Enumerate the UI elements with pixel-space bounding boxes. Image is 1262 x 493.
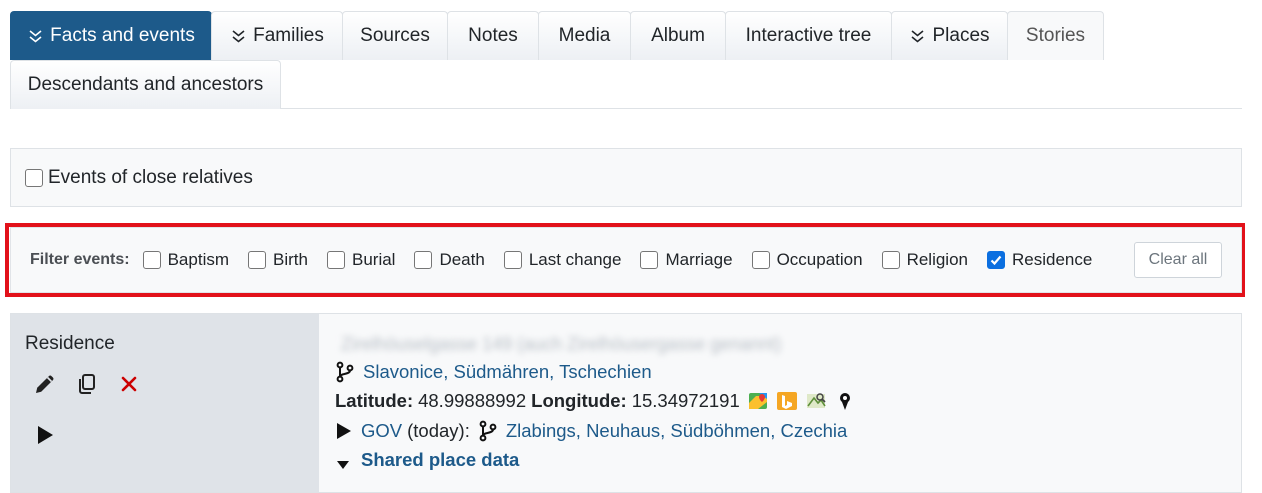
tab-media[interactable]: Media: [538, 11, 631, 60]
filter-option-marriage[interactable]: Marriage: [640, 250, 733, 270]
tab-descendants-and-ancestors[interactable]: Descendants and ancestors: [10, 60, 281, 109]
filter-option-baptism[interactable]: Baptism: [142, 250, 230, 270]
tab-label: Facts and events: [50, 25, 195, 46]
double-chevron-down-icon: [230, 28, 247, 45]
tab-bar: Facts and events Families Sources Notes Medi…: [10, 11, 1242, 109]
double-chevron-down-icon: [909, 28, 926, 45]
shared-place-data-toggle[interactable]: Shared place data: [361, 449, 519, 471]
tab-interactive-tree[interactable]: Interactive tree: [725, 11, 892, 60]
filter-option-label: Death: [439, 250, 485, 269]
gov-place-separator: ,: [660, 420, 671, 441]
tab-label: Descendants and ancestors: [27, 74, 264, 95]
address-blurred: Zirelhöuselgasse 149 (auch Zirelhöuserga…: [341, 334, 782, 354]
expand-play-icon[interactable]: [35, 424, 55, 446]
relatives-toggle[interactable]: Events of close relatives: [25, 167, 253, 189]
gov-hierarchy-icon: [478, 420, 498, 442]
double-chevron-down-icon: [27, 28, 44, 45]
tab-facts-and-events[interactable]: Facts and events: [10, 11, 212, 60]
gov-place-list: Zlabings, Neuhaus, Südböhmen, Czechia: [506, 420, 847, 442]
longitude-label: Longitude:: [531, 390, 627, 411]
filter-checkbox[interactable]: [987, 251, 1005, 269]
filter-option-label: Marriage: [665, 250, 733, 269]
filter-option-religion[interactable]: Religion: [881, 250, 968, 270]
tab-label: Album: [651, 25, 705, 46]
filter-option-death[interactable]: Death: [414, 250, 485, 270]
fact-detail-cell: Zirelhöuselgasse 149 (auch Zirelhöuserga…: [319, 314, 1241, 492]
caret-down-icon: [335, 454, 351, 469]
tab-album[interactable]: Album: [630, 11, 726, 60]
filter-option-label: Residence: [1012, 250, 1093, 269]
event-filter-bar: Filter events: Baptism Birth Burial Death La…: [10, 227, 1242, 293]
pin-icon[interactable]: [834, 391, 856, 411]
filter-option-occupation[interactable]: Occupation: [751, 250, 863, 270]
gov-place-separator: ,: [770, 420, 781, 441]
tab-stories[interactable]: Stories: [1007, 11, 1104, 60]
place-hierarchy-icon: [335, 361, 355, 383]
place-line: Slavonice, Südmähren, Tschechien: [335, 361, 652, 383]
openstreetmap-icon[interactable]: [805, 391, 827, 411]
filter-option-burial[interactable]: Burial: [326, 250, 396, 270]
filter-option-last-change[interactable]: Last change: [503, 250, 622, 270]
gov-place-link[interactable]: Czechia: [780, 420, 847, 441]
filter-checkbox[interactable]: [881, 251, 900, 269]
clear-all-button[interactable]: Clear all: [1134, 242, 1222, 278]
tab-label: Sources: [360, 25, 430, 46]
filter-label: Filter events:: [30, 251, 130, 268]
edit-pencil-icon[interactable]: [33, 372, 57, 396]
filter-checkbox[interactable]: [414, 251, 433, 269]
coordinates-line: Latitude: 48.99888992 Longitude: 15.3497…: [335, 390, 856, 412]
gov-line: GOV (today): Zlabings, Neuhaus, Südböhme…: [335, 420, 847, 442]
tab-families[interactable]: Families: [211, 11, 343, 60]
tab-label: Stories: [1025, 25, 1086, 46]
filter-option-label: Last change: [528, 250, 622, 269]
filter-checkbox[interactable]: [248, 251, 267, 269]
gov-link[interactable]: GOV: [361, 420, 402, 442]
filter-checkbox[interactable]: [142, 251, 161, 269]
gov-expand-icon[interactable]: [335, 421, 353, 441]
relatives-label: Events of close relatives: [48, 166, 253, 188]
tab-label: Notes: [468, 25, 518, 46]
tab-label: Places: [932, 25, 990, 46]
bing-maps-icon[interactable]: [776, 391, 798, 411]
gov-place-link[interactable]: Südböhmen: [670, 420, 770, 441]
tab-label: Interactive tree: [745, 25, 872, 46]
tab-label: Media: [558, 25, 611, 46]
gov-suffix: (today):: [407, 420, 470, 441]
filter-option-label: Religion: [906, 250, 968, 269]
copy-icon[interactable]: [75, 372, 99, 396]
relatives-checkbox[interactable]: [25, 168, 43, 187]
google-maps-icon[interactable]: [747, 391, 769, 411]
shared-place-line[interactable]: Shared place data: [335, 449, 519, 471]
fact-type-label: Residence: [25, 333, 115, 354]
fact-actions: [33, 372, 141, 396]
tab-places[interactable]: Places: [891, 11, 1008, 60]
delete-icon[interactable]: [117, 372, 141, 396]
filter-option-birth[interactable]: Birth: [248, 250, 308, 270]
filter-option-label: Birth: [273, 250, 308, 269]
filter-option-residence[interactable]: Residence: [987, 250, 1092, 270]
tab-label: Families: [253, 25, 324, 46]
latitude-label: Latitude:: [335, 390, 414, 411]
tab-sources[interactable]: Sources: [342, 11, 448, 60]
gov-place-link[interactable]: Zlabings: [506, 420, 576, 441]
latitude-value: 48.99888992: [418, 390, 527, 411]
filter-checkbox[interactable]: [326, 251, 345, 269]
gov-place-separator: ,: [575, 420, 587, 441]
fact-row: Residence Zirelhöuselgasse 149 (auch Zir…: [10, 313, 1242, 493]
filter-checkbox[interactable]: [751, 251, 770, 269]
filter-option-label: Occupation: [776, 250, 863, 269]
longitude-value: 15.34972191: [631, 390, 740, 411]
tab-notes[interactable]: Notes: [447, 11, 539, 60]
fact-label-cell: Residence: [11, 314, 319, 492]
filter-checkbox[interactable]: [503, 251, 522, 269]
filter-checkbox[interactable]: [640, 251, 659, 269]
gov-place-link[interactable]: Neuhaus: [586, 420, 660, 441]
place-link[interactable]: Slavonice, Südmähren, Tschechien: [363, 361, 652, 383]
filter-option-label: Burial: [351, 250, 396, 269]
filter-option-label: Baptism: [167, 250, 230, 269]
relatives-panel: Events of close relatives: [10, 148, 1242, 207]
